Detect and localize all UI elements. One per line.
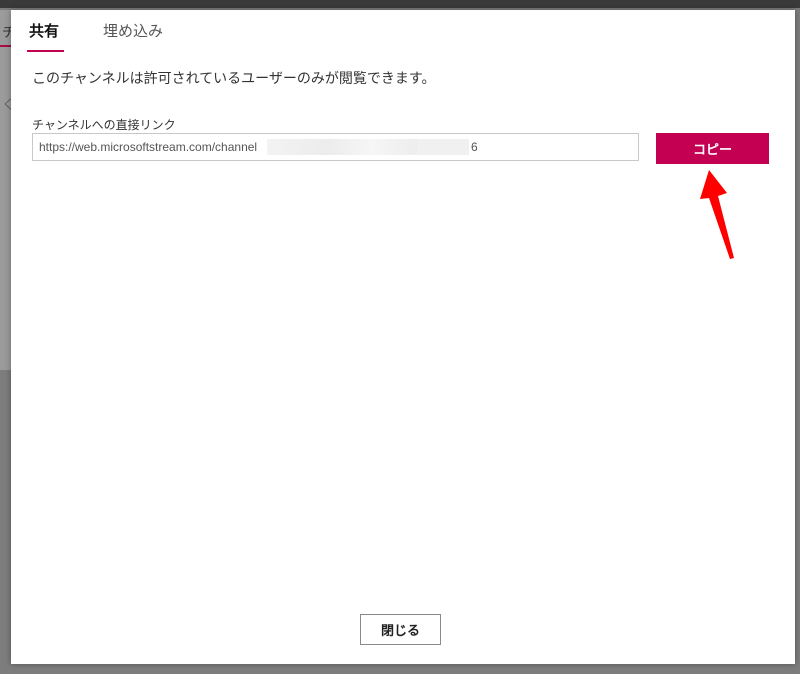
redacted-region [417,139,469,155]
share-dialog: 共有 埋め込み このチャンネルは許可されているユーザーのみが閲覧できます。 チャ… [11,10,795,664]
redacted-region [267,139,417,155]
tab-embed[interactable]: 埋め込み [103,20,163,41]
direct-link-field[interactable]: https://web.microsoftstream.com/channel … [32,133,639,161]
annotation-arrow-icon [696,168,746,260]
tab-share[interactable]: 共有 [29,20,59,41]
dialog-tabs: 共有 埋め込み [11,10,795,54]
permission-info-text: このチャンネルは許可されているユーザーのみが閲覧できます。 [32,68,435,88]
copy-button[interactable]: コピー [656,133,769,164]
link-value-prefix: https://web.microsoftstream.com/channel [39,140,257,154]
active-tab-indicator [27,50,64,52]
direct-link-label: チャンネルへの直接リンク [32,116,176,133]
close-button[interactable]: 閉じる [360,614,441,645]
link-value-suffix: 6 [471,134,478,160]
top-bar [0,0,800,8]
